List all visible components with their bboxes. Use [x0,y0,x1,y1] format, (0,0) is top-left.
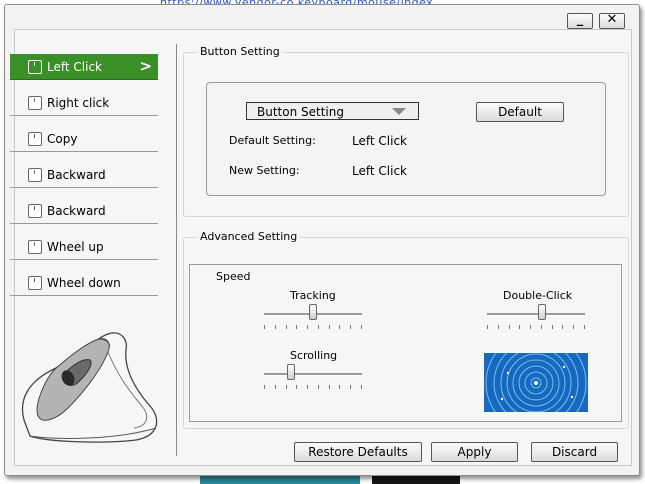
mouse-button-icon [28,167,42,182]
slider-track [487,313,585,316]
sidebar-item-wheel-down[interactable]: Wheel down [10,270,158,296]
chevron-down-icon [392,108,406,115]
double-click-test-area[interactable] [484,353,588,412]
close-button[interactable]: ✕ [599,13,625,29]
slider-track [264,373,362,376]
advanced-setting-title: Advanced Setting [197,230,301,243]
slider-ticks [487,325,585,329]
ripple-icon [484,353,588,412]
sidebar-item-copy[interactable]: Copy [10,126,158,152]
vertical-mouse-illustration [21,332,158,443]
slider-thumb[interactable] [287,364,295,380]
slider-thumb[interactable] [309,304,317,320]
button-list: Left Click > Right click Copy Backward B… [10,54,158,306]
tracking-label: Tracking [290,289,336,302]
sidebar-item-label: Right click [47,95,110,110]
dropdown-value: Button Setting [257,105,344,119]
sidebar-item-label: Left Click [47,59,102,74]
mouse-button-icon [28,131,42,146]
restore-defaults-button[interactable]: Restore Defaults [294,442,422,462]
button-function-dropdown[interactable]: Button Setting [246,102,419,120]
double-click-slider[interactable] [487,304,585,329]
slider-ticks [264,325,362,329]
sidebar-item-wheel-up[interactable]: Wheel up [10,234,158,260]
minimize-button[interactable]: _ [567,13,593,29]
default-button[interactable]: Default [476,102,564,122]
sidebar-item-label: Wheel up [47,239,104,254]
sidebar-item-backward[interactable]: Backward [10,162,158,188]
double-click-label: Double-Click [503,289,573,302]
chevron-right-icon: > [139,57,152,75]
sidebar-item-label: Backward [47,203,106,218]
mouse-button-icon [28,95,42,110]
slider-ticks [264,385,362,389]
mouse-button-icon [28,59,42,74]
mouse-button-icon [28,275,42,290]
speed-label: Speed [216,270,251,283]
default-setting-value: Left Click [352,134,407,148]
tracking-slider[interactable] [264,304,362,329]
new-setting-label: New Setting: [229,164,300,177]
scrolling-label: Scrolling [290,349,338,362]
sidebar-item-backward-2[interactable]: Backward [10,198,158,224]
sidebar-item-label: Backward [47,167,106,182]
sidebar-item-label: Copy [47,131,78,146]
sidebar-divider [176,44,177,456]
discard-button[interactable]: Discard [531,442,618,462]
apply-button[interactable]: Apply [431,442,518,462]
mouse-button-icon [28,239,42,254]
sidebar-item-right-click[interactable]: Right click [10,90,158,116]
scrolling-slider[interactable] [264,364,362,389]
button-setting-title: Button Setting [197,45,283,58]
default-setting-label: Default Setting: [229,134,316,147]
mouse-button-icon [28,203,42,218]
slider-thumb[interactable] [538,304,546,320]
sidebar-item-label: Wheel down [47,275,121,290]
sidebar-item-left-click[interactable]: Left Click > [10,54,158,80]
new-setting-value: Left Click [352,164,407,178]
